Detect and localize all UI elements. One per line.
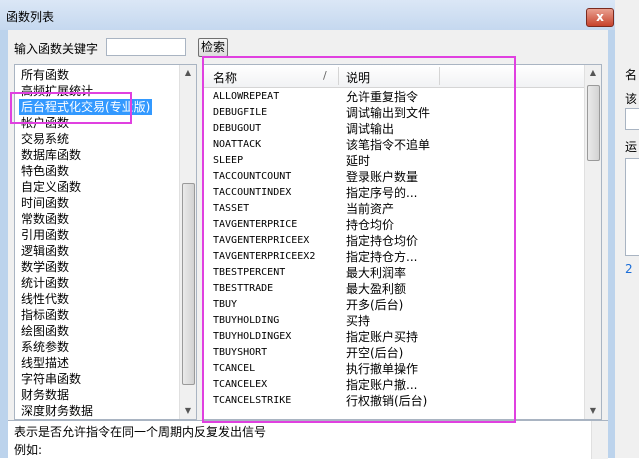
category-item[interactable]: 字符串函数 bbox=[21, 371, 81, 387]
category-item[interactable]: 特色函数 bbox=[21, 163, 69, 179]
close-button[interactable]: x bbox=[586, 8, 614, 27]
scroll-up-arrow-icon[interactable]: ▲ bbox=[585, 65, 601, 81]
table-scrollbar[interactable]: ▲ ▼ bbox=[584, 65, 601, 419]
description-example: 例如: bbox=[14, 443, 43, 457]
category-item[interactable]: 系统参数 bbox=[21, 339, 69, 355]
highlight-box-category bbox=[10, 92, 132, 124]
category-item[interactable]: 深度财务数据 bbox=[21, 403, 93, 419]
category-item[interactable]: 绘图函数 bbox=[21, 323, 69, 339]
background-box bbox=[625, 108, 639, 130]
scroll-thumb[interactable] bbox=[182, 183, 195, 385]
description-scrollbar[interactable] bbox=[591, 421, 608, 459]
window-title: 函数列表 bbox=[6, 10, 55, 24]
background-text: 该 bbox=[625, 92, 638, 106]
category-item[interactable]: 自定义函数 bbox=[21, 179, 81, 195]
category-item[interactable]: 数据库函数 bbox=[21, 147, 81, 163]
category-item[interactable]: 线型描述 bbox=[21, 355, 69, 371]
search-label: 输入函数关键字 bbox=[14, 42, 99, 56]
background-text: 2 bbox=[625, 262, 633, 276]
description-text: 表示是否允许指令在同一个周期内反复发出信号 bbox=[14, 425, 267, 439]
search-button[interactable]: 检索 bbox=[198, 38, 228, 57]
scroll-down-arrow-icon[interactable]: ▼ bbox=[180, 403, 196, 419]
scroll-down-arrow-icon[interactable]: ▼ bbox=[585, 403, 601, 419]
category-item[interactable]: 逻辑函数 bbox=[21, 243, 69, 259]
category-item[interactable]: 财务数据 bbox=[21, 387, 69, 403]
category-item[interactable]: 常数函数 bbox=[21, 211, 69, 227]
category-item[interactable]: 指标函数 bbox=[21, 307, 69, 323]
category-scrollbar[interactable]: ▲ ▼ bbox=[179, 65, 196, 419]
scroll-up-arrow-icon[interactable]: ▲ bbox=[180, 65, 196, 81]
category-item[interactable]: 交易系统 bbox=[21, 131, 69, 147]
background-text: 运 bbox=[625, 140, 638, 154]
category-item[interactable]: 所有函数 bbox=[21, 67, 69, 83]
highlight-box-table bbox=[202, 56, 516, 423]
search-input[interactable] bbox=[106, 38, 186, 56]
scroll-thumb[interactable] bbox=[587, 85, 600, 161]
category-item[interactable]: 时间函数 bbox=[21, 195, 69, 211]
category-item[interactable]: 数学函数 bbox=[21, 259, 69, 275]
background-text: 名 bbox=[625, 68, 638, 82]
description-area: 表示是否允许指令在同一个周期内反复发出信号 例如: bbox=[8, 420, 608, 459]
category-item[interactable]: 统计函数 bbox=[21, 275, 69, 291]
background-window: 名 该 运 2 bbox=[615, 0, 639, 458]
category-item[interactable]: 引用函数 bbox=[21, 227, 69, 243]
title-bar: 函数列表 x bbox=[0, 0, 615, 30]
background-box bbox=[625, 158, 639, 256]
category-item[interactable]: 线性代数 bbox=[21, 291, 69, 307]
